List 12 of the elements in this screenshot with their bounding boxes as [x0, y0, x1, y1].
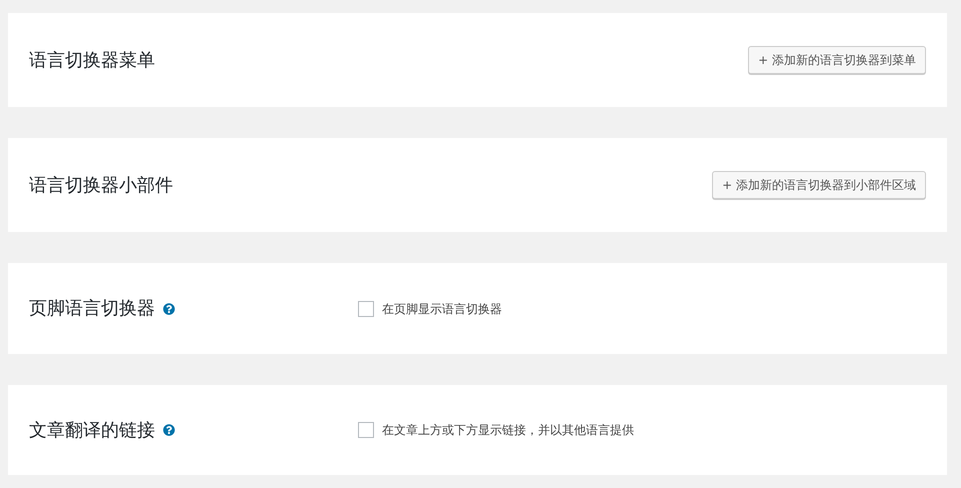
- help-icon[interactable]: [163, 424, 175, 436]
- section-title: 语言切换器菜单: [29, 48, 155, 72]
- section-title: 语言切换器小部件: [29, 174, 173, 198]
- checkbox[interactable]: [358, 422, 374, 438]
- help-icon[interactable]: [163, 302, 175, 314]
- checkbox[interactable]: [358, 300, 374, 316]
- section-title: 文章翻译的链接: [29, 418, 155, 442]
- checkbox-label: 在页脚显示语言切换器: [382, 300, 502, 318]
- checkbox-label: 在文章上方或下方显示链接，并以其他语言提供: [382, 422, 634, 439]
- section-title: 页脚语言切换器: [29, 297, 155, 321]
- add-button[interactable]: + 添加新的语言切换器到小部件区域: [712, 171, 926, 199]
- add-button[interactable]: + 添加新的语言切换器到菜单: [748, 46, 926, 74]
